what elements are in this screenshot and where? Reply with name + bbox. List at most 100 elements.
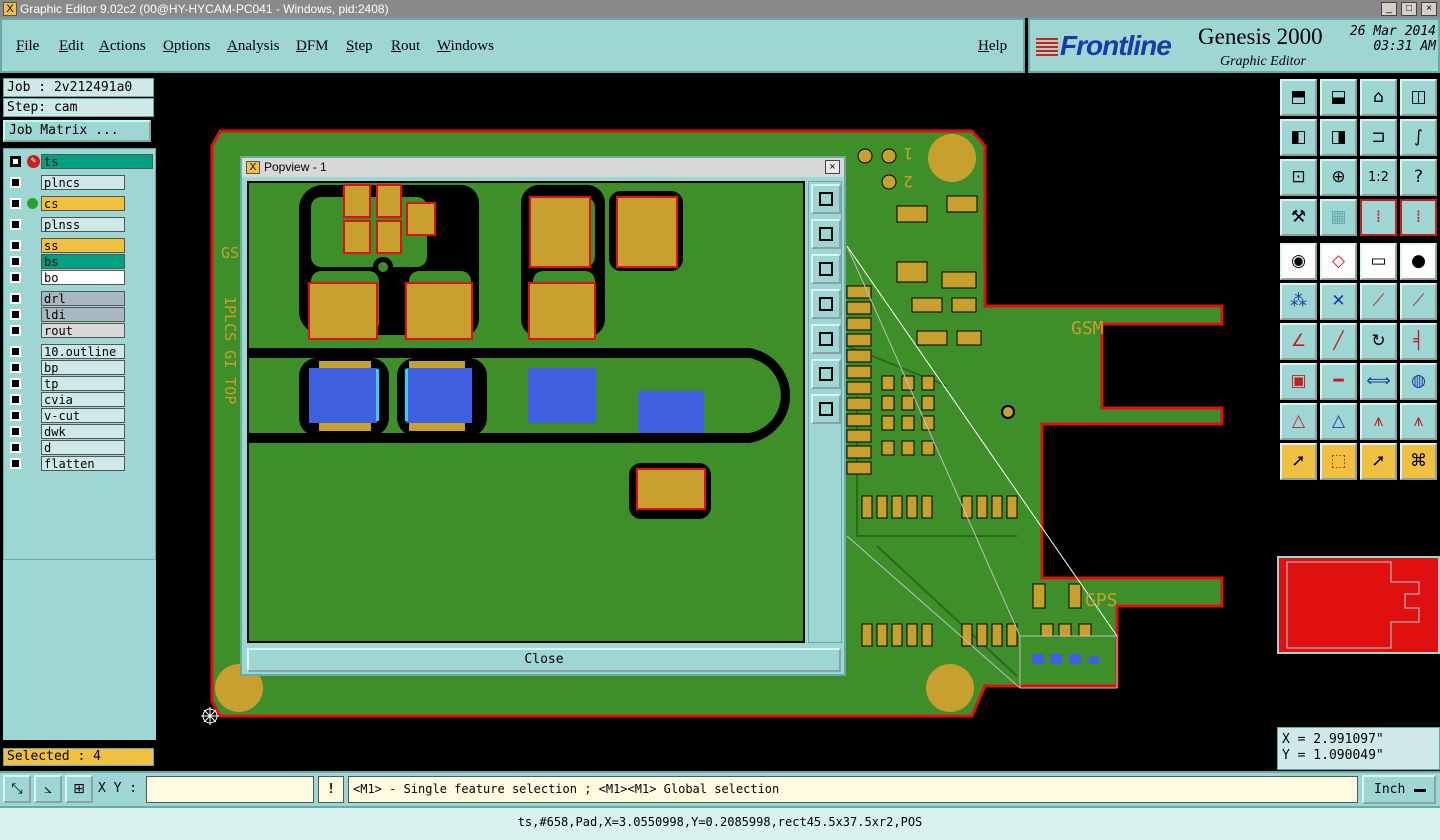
layer-checkbox[interactable] bbox=[10, 346, 21, 357]
layer-name[interactable]: 10.outline bbox=[41, 344, 125, 359]
triangle-alt-icon[interactable]: △ bbox=[1320, 403, 1357, 440]
select-arrow-icon[interactable]: ➚ bbox=[1360, 443, 1397, 480]
layer-name[interactable]: plncs bbox=[41, 175, 125, 190]
zoom-center-icon[interactable]: ⊕ bbox=[1320, 159, 1357, 196]
popview-fit-icon[interactable] bbox=[811, 359, 841, 389]
triangle-icon[interactable]: △ bbox=[1280, 403, 1317, 440]
selected-pad[interactable] bbox=[638, 391, 704, 433]
layer-checkbox[interactable] bbox=[10, 378, 21, 389]
view-left-icon[interactable]: ◧ bbox=[1280, 119, 1317, 156]
s-curve-icon[interactable]: ∫ bbox=[1400, 119, 1437, 156]
popview-pan-down-icon[interactable] bbox=[811, 254, 841, 284]
layer-name[interactable]: plnss bbox=[41, 217, 125, 232]
layer-name[interactable]: cvia bbox=[41, 392, 125, 407]
ruler-icon[interactable]: ▭ bbox=[1360, 243, 1397, 280]
menu-file[interactable]: File bbox=[16, 38, 39, 55]
measure-tool-icon[interactable]: ⚒ bbox=[1280, 199, 1317, 236]
layer-name[interactable]: ss bbox=[41, 238, 125, 253]
layer-checkbox[interactable] bbox=[10, 309, 21, 320]
layer-name[interactable]: ts bbox=[41, 154, 153, 169]
layer-name[interactable]: cs bbox=[41, 196, 125, 211]
zoom-fit-icon[interactable]: ⊡ bbox=[1280, 159, 1317, 196]
view-home-icon[interactable]: ⬒ bbox=[1280, 79, 1317, 116]
layer-checkbox[interactable] bbox=[10, 325, 21, 336]
layer-name[interactable]: tp bbox=[41, 376, 125, 391]
layer-name[interactable]: bp bbox=[41, 360, 125, 375]
overview-map[interactable] bbox=[1277, 556, 1440, 654]
layer-row-bo[interactable]: bo bbox=[6, 270, 128, 285]
arch-alt-icon[interactable]: ⩚ bbox=[1400, 403, 1437, 440]
layer-checkbox[interactable] bbox=[10, 394, 21, 405]
select-pointer-icon[interactable]: ➚ bbox=[1280, 443, 1317, 480]
mirror-icon[interactable]: ⊐ bbox=[1360, 119, 1397, 156]
layer-row-cvia[interactable]: cvia bbox=[6, 392, 128, 407]
pad-icon[interactable]: ● bbox=[1400, 243, 1437, 280]
popview-pan-up-icon[interactable] bbox=[811, 219, 841, 249]
home-icon[interactable]: ⌂ bbox=[1360, 79, 1397, 116]
arc-icon[interactable]: ↻ bbox=[1360, 323, 1397, 360]
layer-checkbox[interactable] bbox=[10, 272, 21, 283]
popview-canvas[interactable] bbox=[247, 181, 805, 643]
selected-pad[interactable] bbox=[528, 368, 596, 423]
popview-pan-right-icon[interactable] bbox=[811, 324, 841, 354]
snap-center-icon[interactable]: ⊞ bbox=[65, 775, 93, 803]
minimize-button[interactable]: _ bbox=[1381, 2, 1397, 16]
layer-colors-alt-icon[interactable]: ⁞ bbox=[1400, 199, 1437, 236]
layer-name[interactable]: flatten bbox=[41, 456, 125, 471]
feature-edit-icon[interactable]: ◇ bbox=[1320, 243, 1357, 280]
layer-name[interactable]: d bbox=[41, 440, 125, 455]
layer-row-d[interactable]: d bbox=[6, 440, 128, 455]
layer-checkbox[interactable] bbox=[10, 219, 21, 230]
layer-name[interactable]: bs bbox=[41, 254, 125, 269]
feature-add-icon[interactable]: ◉ bbox=[1280, 243, 1317, 280]
snap-angle-icon[interactable]: ⦣ bbox=[34, 775, 62, 803]
scale-one-to-two-icon[interactable]: 1:2 bbox=[1360, 159, 1397, 196]
layer-checkbox[interactable] bbox=[10, 410, 21, 421]
warning-button[interactable]: ! bbox=[318, 776, 344, 803]
popview-zoom-out-icon[interactable] bbox=[811, 394, 841, 424]
line-node-icon[interactable]: ⟋ bbox=[1360, 283, 1397, 320]
popview-zoomed-board[interactable] bbox=[249, 183, 803, 641]
layer-checkbox[interactable] bbox=[10, 156, 21, 167]
align-icon[interactable]: ╡ bbox=[1400, 323, 1437, 360]
layer-row-cs[interactable]: cs bbox=[6, 196, 128, 211]
layer-row-drl[interactable]: drl bbox=[6, 291, 128, 306]
layer-row-bp[interactable]: bp bbox=[6, 360, 128, 375]
menu-windows[interactable]: Windows bbox=[437, 38, 494, 55]
grid-icon[interactable]: ▦ bbox=[1320, 199, 1357, 236]
menu-dfm[interactable]: DFM bbox=[296, 38, 329, 55]
layer-row-plnss[interactable]: plnss bbox=[6, 217, 128, 232]
selected-pad[interactable] bbox=[309, 368, 377, 423]
job-matrix-button[interactable]: Job Matrix ... bbox=[3, 120, 151, 142]
snap-grid-icon[interactable]: ⤡ bbox=[3, 775, 31, 803]
select-net-icon[interactable]: ⌘ bbox=[1400, 443, 1437, 480]
node-box-icon[interactable]: ▣ bbox=[1280, 363, 1317, 400]
arch-icon[interactable]: ⩚ bbox=[1360, 403, 1397, 440]
layer-name[interactable]: ldi bbox=[41, 307, 125, 322]
help-icon[interactable]: ? bbox=[1400, 159, 1437, 196]
popview-zoom-in-icon[interactable] bbox=[811, 184, 841, 214]
angle-icon[interactable]: ∠ bbox=[1280, 323, 1317, 360]
layer-checkbox[interactable] bbox=[10, 256, 21, 267]
layer-name[interactable]: v-cut bbox=[41, 408, 125, 423]
selected-pad[interactable] bbox=[406, 368, 472, 423]
layer-row-tp[interactable]: tp bbox=[6, 376, 128, 391]
menu-edit[interactable]: Edit bbox=[59, 38, 84, 55]
shapes-icon[interactable]: ◍ bbox=[1400, 363, 1437, 400]
xy-input[interactable] bbox=[146, 776, 314, 803]
layer-row-ts[interactable]: ✎ ts bbox=[6, 154, 156, 169]
layer-name[interactable]: dwk bbox=[41, 424, 125, 439]
close-window-button[interactable]: × bbox=[1421, 2, 1437, 16]
popview-window[interactable]: X Popview - 1 × Close bbox=[240, 156, 846, 676]
layer-name[interactable]: rout bbox=[41, 323, 125, 338]
menu-analysis[interactable]: Analysis bbox=[227, 38, 280, 55]
layer-row-dwk[interactable]: dwk bbox=[6, 424, 128, 439]
view-right-icon[interactable]: ◨ bbox=[1320, 119, 1357, 156]
layer-row-ss[interactable]: ss bbox=[6, 238, 128, 253]
menu-step[interactable]: Step bbox=[346, 38, 373, 55]
menu-actions[interactable]: Actions bbox=[99, 38, 146, 55]
layer-checkbox[interactable] bbox=[10, 362, 21, 373]
menu-options[interactable]: Options bbox=[163, 38, 211, 55]
layer-checkbox[interactable] bbox=[10, 442, 21, 453]
layer-checkbox[interactable] bbox=[10, 177, 21, 188]
